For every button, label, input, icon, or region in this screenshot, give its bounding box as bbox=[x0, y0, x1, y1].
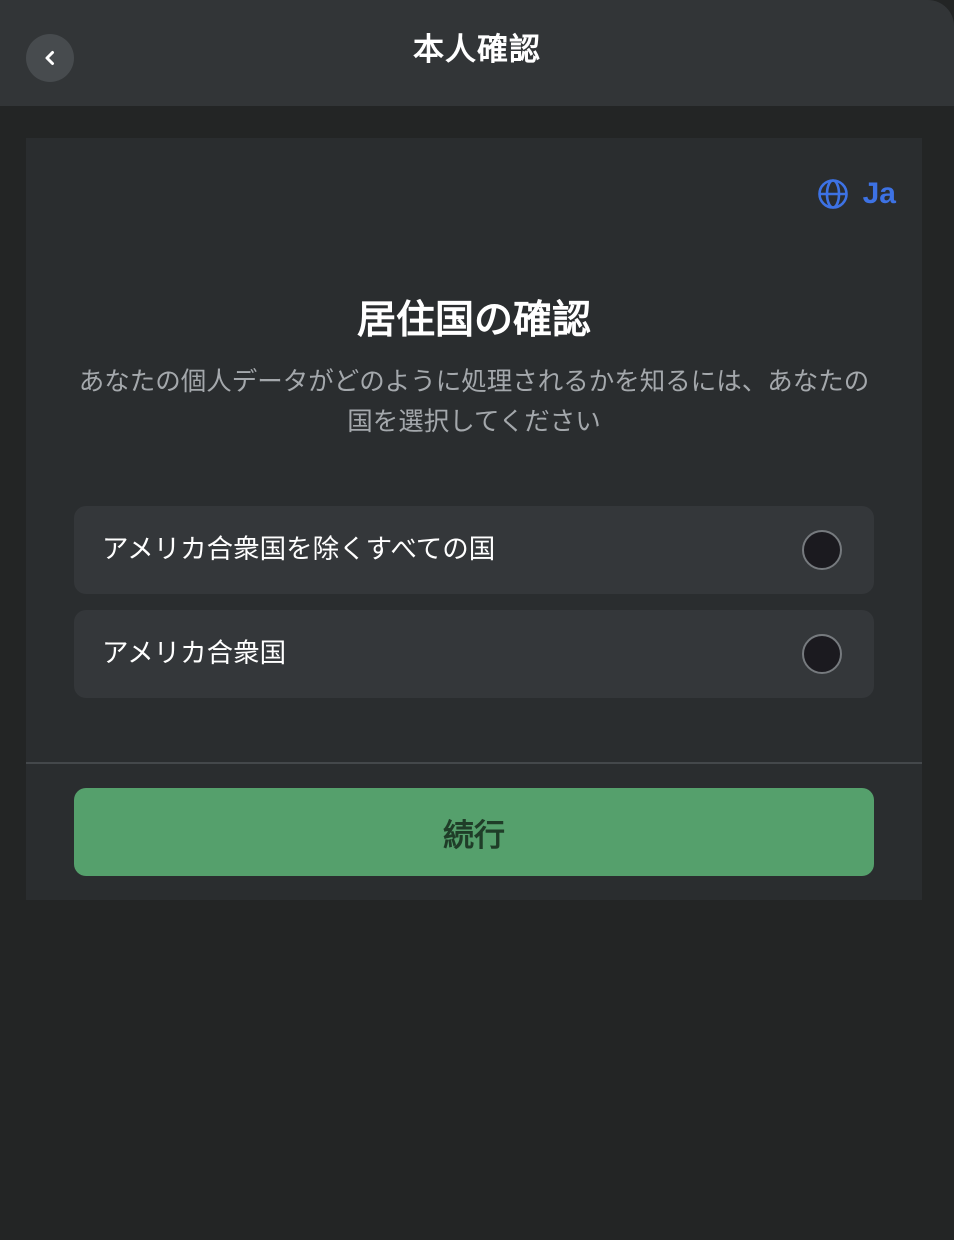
globe-icon bbox=[817, 179, 848, 209]
option-label: アメリカ合衆国を除くすべての国 bbox=[102, 534, 496, 565]
option-all-countries-except-us[interactable]: アメリカ合衆国を除くすべての国 bbox=[74, 506, 874, 594]
continue-button[interactable]: 続行 bbox=[74, 788, 874, 876]
language-label: Ja bbox=[862, 177, 896, 210]
page-title: 本人確認 bbox=[413, 32, 541, 68]
card-title: 居住国の確認 bbox=[356, 298, 591, 343]
radio-button[interactable] bbox=[802, 634, 842, 674]
divider bbox=[26, 762, 922, 764]
residence-card: Ja 居住国の確認 あなたの個人データがどのように処理されるかを知るには、あなた… bbox=[26, 138, 922, 900]
option-label: アメリカ合衆国 bbox=[102, 638, 287, 669]
header-bar: 本人確認 bbox=[0, 0, 954, 106]
identity-verification-screen: 本人確認 Ja 居住国の確認 あなたの個人データがどのように処理されるかを知るに… bbox=[0, 0, 954, 1240]
option-united-states[interactable]: アメリカ合衆国 bbox=[74, 610, 874, 698]
language-switch-button[interactable]: Ja bbox=[817, 174, 896, 214]
radio-button[interactable] bbox=[802, 530, 842, 570]
card-description: あなたの個人データがどのように処理されるかを知るには、あなたの国を選択してくださ… bbox=[78, 367, 870, 437]
